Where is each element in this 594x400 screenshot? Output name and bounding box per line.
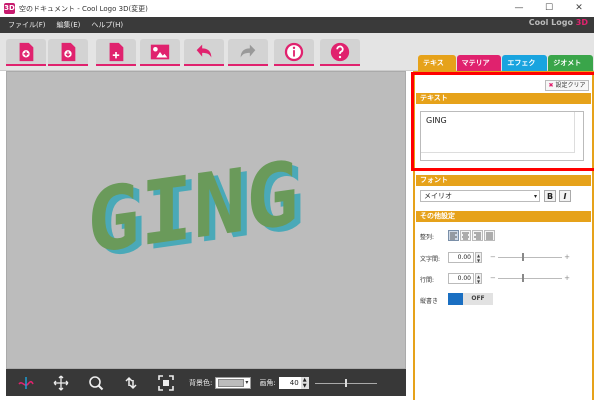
menu-file[interactable]: ファイル(F)	[5, 20, 49, 30]
line-spacing-slider[interactable]: − +	[490, 273, 570, 283]
line-spacing-label: 行間:	[420, 277, 435, 284]
3d-text-render: GING GING	[87, 141, 305, 277]
panel-tabs: テキスト マテリアル エフェクト ジオメトリ	[418, 55, 594, 83]
line-spacing-thumb[interactable]	[522, 274, 524, 282]
align-center-button[interactable]	[460, 230, 471, 241]
title-bar: 3D 空のドキュメント - Cool Logo 3D(変更) — ☐ ✕	[0, 0, 594, 17]
pan-view-button[interactable]	[46, 373, 76, 393]
char-spacing-input[interactable]: 0.00	[448, 252, 474, 263]
save-document-icon	[109, 42, 124, 61]
menu-bar: ファイル(F) 編集(E) ヘルプ(H) Cool Logo 3D	[0, 17, 594, 33]
toggle-indicator	[448, 293, 463, 305]
align-label: 整列:	[420, 234, 435, 241]
angle-slider-thumb[interactable]	[344, 378, 347, 387]
align-justify-button[interactable]	[484, 230, 495, 241]
brand-logo: Cool Logo 3D	[529, 18, 588, 27]
help-icon	[330, 42, 350, 61]
insert-image-button[interactable]	[140, 39, 180, 66]
align-right-icon	[474, 232, 481, 240]
rotate-view-button[interactable]	[11, 373, 41, 393]
font-select-value: メイリオ	[424, 192, 452, 200]
angle-label: 画角:	[259, 378, 276, 387]
font-select[interactable]: メイリオ ▾	[420, 190, 540, 202]
undo-icon	[196, 44, 212, 57]
line-spacing-track	[498, 278, 562, 279]
view-controls-bar: 背景色: ▾ 画角: 40 ▲ ▼	[6, 369, 406, 396]
tab-text[interactable]: テキスト	[418, 55, 456, 83]
highlight-box	[411, 72, 594, 171]
tab-effect[interactable]: エフェクト	[502, 55, 548, 83]
zoom-icon	[89, 375, 104, 390]
align-left-button[interactable]	[448, 230, 459, 241]
info-button[interactable]	[274, 39, 314, 66]
new-document-button[interactable]	[6, 39, 46, 66]
char-spacing-track	[498, 257, 562, 258]
redo-icon	[240, 44, 256, 57]
open-document-button[interactable]	[48, 39, 88, 66]
angle-input[interactable]: 40	[278, 376, 301, 389]
help-button[interactable]	[320, 39, 360, 66]
minimize-button[interactable]: —	[504, 0, 534, 17]
italic-button[interactable]: I	[559, 190, 571, 202]
chevron-down-icon: ▾	[245, 379, 249, 386]
undo-button[interactable]	[184, 39, 224, 66]
move-arrows-icon	[53, 375, 69, 390]
line-spacing-spinner[interactable]: ▲ ▼	[475, 273, 482, 284]
plus-icon: +	[564, 253, 570, 261]
redo-button[interactable]	[228, 39, 268, 66]
bg-color-picker[interactable]: ▾	[215, 376, 252, 389]
new-document-icon	[19, 42, 34, 61]
brand-name: Cool Logo	[528, 18, 573, 27]
maximize-button[interactable]: ☐	[534, 0, 564, 17]
brand-3d: 3D	[575, 18, 588, 27]
refresh-arrows-icon	[125, 376, 137, 389]
save-document-button[interactable]	[96, 39, 136, 66]
chevron-down-icon: ▾	[533, 193, 537, 200]
align-center-icon	[462, 232, 469, 240]
window-controls: — ☐ ✕	[504, 0, 594, 17]
minus-icon: −	[490, 253, 496, 261]
open-document-icon	[61, 42, 76, 61]
plus-icon: +	[564, 274, 570, 282]
3d-viewport[interactable]: GING GING	[6, 71, 406, 369]
bg-color-label: 背景色:	[189, 378, 213, 387]
fit-frame-icon	[158, 374, 174, 391]
vertical-writing-label: 縦書き	[420, 298, 439, 305]
zoom-view-button[interactable]	[81, 373, 111, 393]
minus-icon: −	[490, 274, 496, 282]
menu-help[interactable]: ヘルプ(H)	[88, 20, 126, 30]
char-spacing-label: 文字間:	[420, 256, 441, 263]
align-justify-icon	[486, 232, 493, 240]
bg-color-swatch	[218, 378, 245, 387]
other-settings-header: その他設定	[416, 211, 591, 222]
align-buttons	[448, 230, 496, 241]
window-title: 空のドキュメント - Cool Logo 3D(変更)	[19, 4, 148, 13]
fit-view-button[interactable]	[151, 373, 181, 393]
rotate-axis-icon	[18, 376, 34, 389]
char-spacing-thumb[interactable]	[522, 253, 524, 261]
insert-image-icon	[150, 44, 170, 59]
info-icon	[284, 42, 304, 61]
3d-text-face: GING	[87, 141, 299, 273]
line-spacing-input[interactable]: 0.00	[448, 273, 474, 284]
align-left-icon	[450, 232, 457, 240]
close-button[interactable]: ✕	[564, 0, 594, 17]
char-spacing-spinner[interactable]: ▲ ▼	[475, 252, 482, 263]
angle-spinner[interactable]: ▲ ▼	[300, 376, 309, 389]
bold-button[interactable]: B	[544, 190, 556, 202]
tab-material[interactable]: マテリアル	[456, 55, 502, 83]
align-right-button[interactable]	[472, 230, 483, 241]
font-section-header: フォント	[416, 175, 591, 186]
app-icon: 3D	[4, 3, 15, 14]
tab-geometry[interactable]: ジオメトリ	[548, 55, 594, 83]
reset-view-button[interactable]	[116, 373, 146, 393]
char-spacing-slider[interactable]: − +	[490, 252, 570, 262]
vertical-writing-toggle[interactable]: OFF	[448, 293, 493, 305]
toggle-state: OFF	[463, 293, 493, 305]
angle-slider[interactable]	[314, 378, 377, 388]
menu-edit[interactable]: 編集(E)	[54, 20, 84, 30]
